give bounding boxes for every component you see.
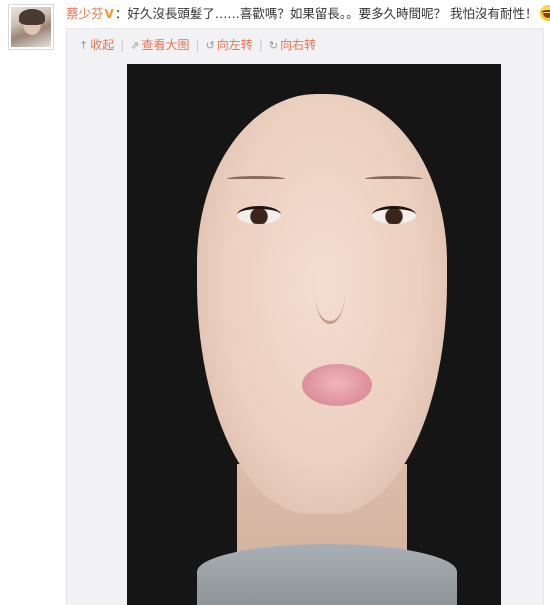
arrow-up-icon: ↑: [79, 39, 89, 52]
toolbar-divider: |: [195, 38, 200, 52]
media-toolbar: ↑ 收起 | ⇗ 查看大图 | ↺ 向左转 | ↻ 向右转: [79, 37, 316, 53]
rotate-right-icon: ↻: [268, 39, 279, 52]
photo-nose: [315, 264, 345, 324]
media-box: ↑ 收起 | ⇗ 查看大图 | ↺ 向左转 | ↻ 向右转: [66, 28, 544, 605]
post-content: 好久沒長頭髮了……喜歡嗎？如果留長。。要多久時間呢？ 我怕沒有耐性！: [127, 6, 538, 21]
avatar[interactable]: [8, 4, 54, 50]
photo-brow-left: [227, 176, 285, 182]
rotate-left-button[interactable]: ↺ 向左转: [206, 37, 253, 54]
photo-lips: [302, 364, 372, 406]
rotate-right-label: 向右转: [280, 38, 317, 52]
photo-brow-right: [365, 176, 423, 182]
laughing-emoji-icon: [539, 5, 550, 21]
photo-eye-right: [372, 206, 416, 224]
photo-eye-left: [237, 206, 281, 224]
post-colon: ：: [114, 6, 128, 21]
toolbar-divider: |: [120, 38, 125, 52]
collapse-label: 收起: [90, 38, 115, 52]
external-link-icon: ⇗: [130, 39, 140, 52]
username-link[interactable]: 蔡少芬: [66, 6, 104, 21]
photo-collar: [197, 544, 457, 605]
post-text-line: 蔡少芬V：好久沒長頭髮了……喜歡嗎？如果留長。。要多久時間呢？ 我怕沒有耐性！: [66, 5, 550, 23]
toolbar-divider: |: [258, 38, 263, 52]
rotate-right-button[interactable]: ↻ 向右转: [269, 37, 316, 54]
view-large-button[interactable]: ⇗ 查看大图: [130, 37, 189, 54]
verified-badge-icon[interactable]: V: [105, 5, 114, 23]
post-photo[interactable]: [127, 64, 501, 605]
view-large-label: 查看大图: [141, 38, 190, 52]
avatar-image: [11, 7, 51, 47]
rotate-left-icon: ↺: [205, 39, 215, 52]
collapse-button[interactable]: ↑ 收起: [79, 37, 114, 54]
rotate-left-label: 向左转: [216, 38, 253, 52]
